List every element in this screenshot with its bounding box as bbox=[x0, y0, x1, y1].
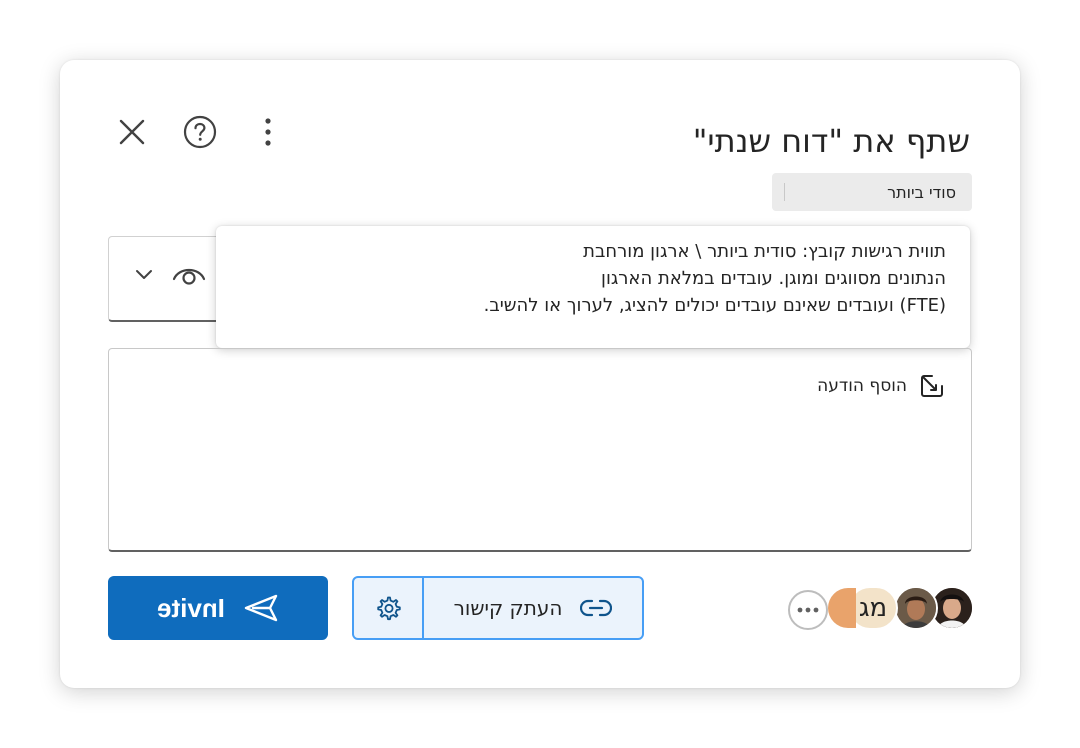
add-message-label: הוסף הודעה bbox=[817, 376, 907, 396]
send-icon bbox=[244, 594, 278, 622]
tooltip-line: (FTE) ועובדים שאינם עובדים יכולים להציג,… bbox=[483, 295, 946, 316]
share-dialog: שתף את "דוח שנתי" סודי ביותר תווית רגישו… bbox=[60, 60, 1020, 688]
eye-icon bbox=[172, 268, 206, 285]
more-vertical-icon bbox=[265, 118, 271, 146]
more-horizontal-icon bbox=[797, 607, 819, 613]
more-options-button[interactable] bbox=[248, 112, 288, 152]
sensitivity-label[interactable]: סודי ביותר bbox=[772, 173, 972, 211]
more-people-button[interactable] bbox=[788, 590, 828, 630]
avatar[interactable] bbox=[894, 586, 938, 630]
add-message-row: הוסף הודעה bbox=[817, 373, 945, 399]
help-icon bbox=[183, 115, 217, 149]
link-settings-button[interactable] bbox=[354, 578, 424, 638]
invite-button[interactable]: Invite bbox=[108, 576, 328, 640]
edit-message-icon bbox=[921, 375, 943, 397]
copy-link-button[interactable]: העתק קישור bbox=[424, 578, 642, 638]
avatar-initials-text: מג bbox=[858, 593, 888, 623]
copy-link-label: העתק קישור bbox=[453, 596, 563, 620]
tooltip-line: הנתונים מסווגים ומוגן. עובדים במלאת הארג… bbox=[601, 268, 946, 289]
sensitivity-label-text: סודי ביותר bbox=[887, 182, 956, 202]
invite-label: Invite bbox=[157, 592, 225, 623]
message-input[interactable]: הוסף הודעה bbox=[108, 348, 972, 552]
sensitivity-tooltip: תווית רגישות קובץ: סודית ביותר \ ארגון מ… bbox=[216, 226, 970, 348]
sensitivity-divider bbox=[784, 183, 785, 201]
close-icon bbox=[119, 119, 145, 145]
close-button[interactable] bbox=[112, 112, 152, 152]
tooltip-line: תווית רגישות קובץ: סודית ביותר \ ארגון מ… bbox=[583, 241, 946, 262]
person-photo-icon bbox=[896, 588, 936, 628]
person-photo-icon bbox=[932, 588, 972, 628]
copy-link-group: העתק קישור bbox=[352, 576, 644, 640]
avatar[interactable] bbox=[826, 586, 856, 630]
chevron-down-icon bbox=[136, 270, 152, 279]
gear-icon bbox=[377, 596, 401, 621]
link-icon bbox=[580, 599, 613, 617]
help-button[interactable] bbox=[180, 112, 220, 152]
dialog-title: שתף את "דוח שנתי" bbox=[692, 122, 970, 160]
